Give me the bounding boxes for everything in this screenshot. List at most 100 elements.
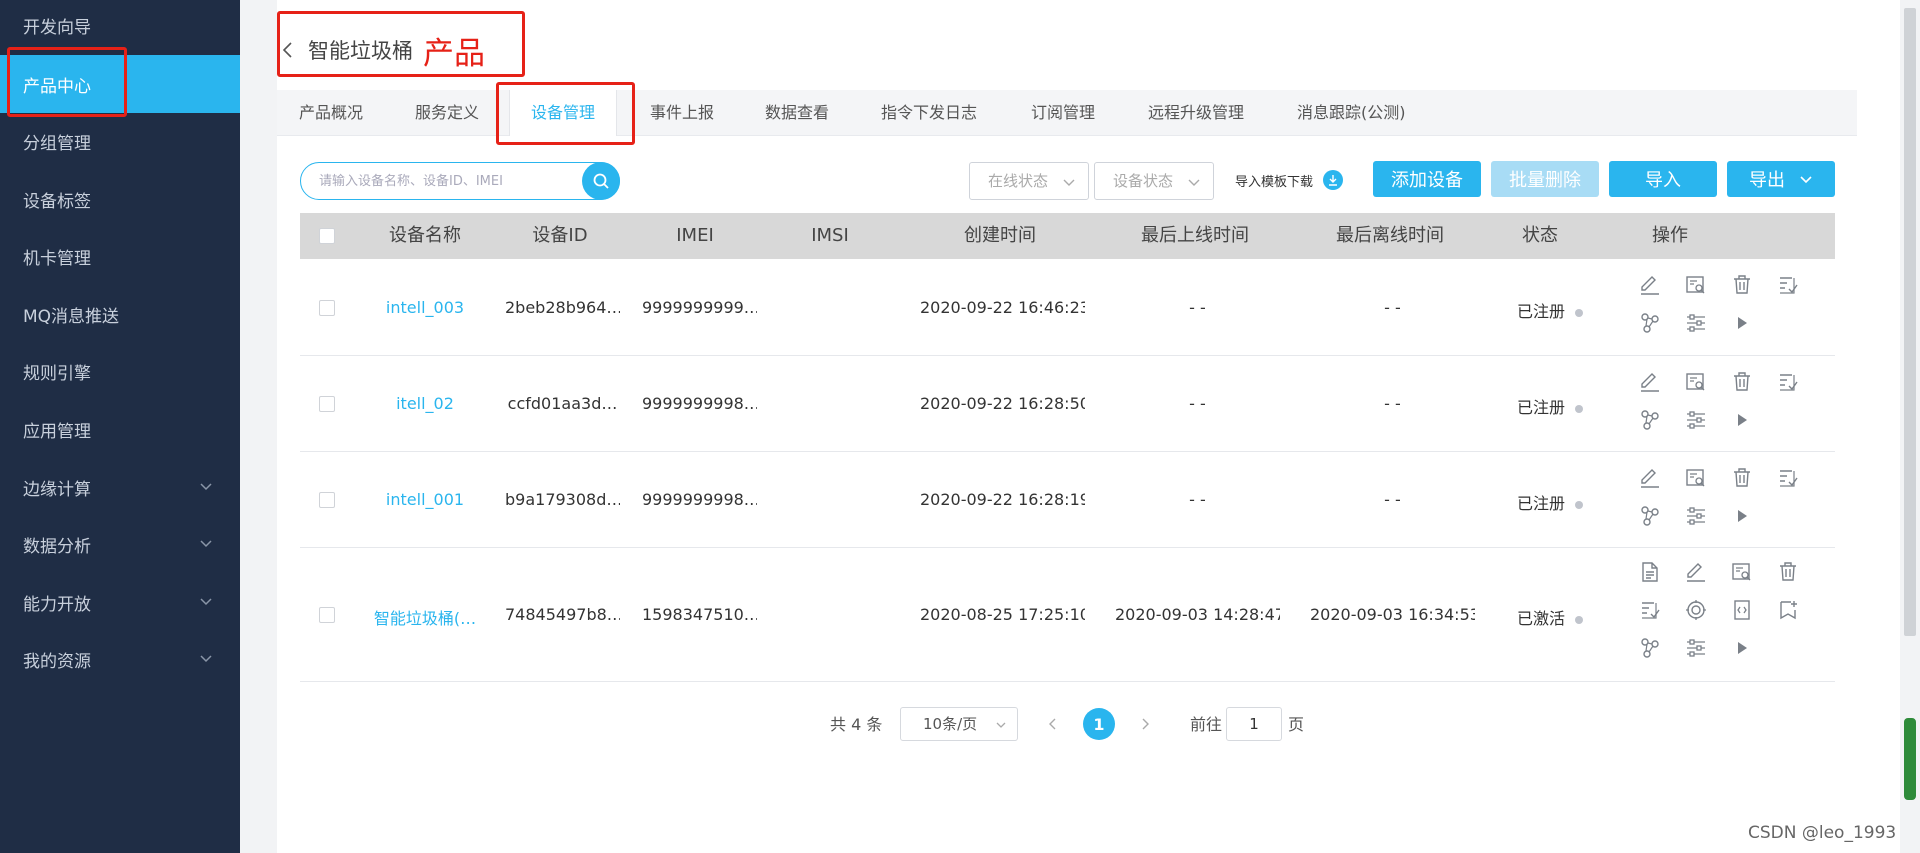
status-cell: 已注册: [1500, 490, 1600, 514]
row-action-detail[interactable]: [1682, 464, 1710, 492]
row-checkbox[interactable]: [319, 300, 335, 316]
device-name-link[interactable]: 智能垃圾桶(…: [360, 605, 490, 629]
batch-delete-button[interactable]: 批量删除: [1491, 161, 1599, 197]
page-size-label: 10条/页: [923, 715, 978, 733]
edit-icon: [1687, 563, 1705, 582]
row-action-edit[interactable]: [1636, 271, 1664, 299]
row-action-topology[interactable]: [1636, 502, 1664, 530]
sidebar-item-sim-management[interactable]: 机卡管理: [0, 227, 240, 285]
prev-page-icon[interactable]: [1046, 717, 1060, 731]
row-action-topology[interactable]: [1636, 634, 1664, 662]
row-action-settings[interactable]: [1682, 634, 1710, 662]
next-page-icon[interactable]: [1138, 717, 1152, 731]
sidebar-item-capability-open[interactable]: 能力开放: [0, 573, 240, 631]
row-action-target[interactable]: [1682, 596, 1710, 624]
template-download-link[interactable]: 导入模板下载: [1235, 170, 1344, 190]
tab-data-view[interactable]: 数据查看: [765, 90, 829, 136]
row-action-play[interactable]: [1728, 502, 1756, 530]
sidebar-item-data-analysis[interactable]: 数据分析: [0, 515, 240, 573]
scroll-indicator: [1904, 718, 1916, 800]
status-dot: [1575, 615, 1583, 624]
row-action-settings[interactable]: [1682, 406, 1710, 434]
row-action-delete[interactable]: [1728, 368, 1756, 396]
row-action-topology[interactable]: [1636, 309, 1664, 337]
page-size-select[interactable]: 10条/页: [900, 707, 1018, 741]
row-action-command[interactable]: [1774, 271, 1802, 299]
import-button[interactable]: 导入: [1609, 161, 1717, 197]
device-status-select[interactable]: 设备状态: [1094, 162, 1214, 200]
row-action-topology[interactable]: [1636, 406, 1664, 434]
row-checkbox[interactable]: [319, 492, 335, 508]
page-number-current[interactable]: 1: [1083, 708, 1115, 740]
settings-icon: [1687, 314, 1705, 332]
tab-product-overview[interactable]: 产品概况: [299, 90, 363, 136]
device-id-cell: 74845497b8…: [505, 605, 620, 624]
row-action-edit[interactable]: [1636, 464, 1664, 492]
tab-subscription[interactable]: 订阅管理: [1031, 90, 1095, 136]
status-cell: 已激活: [1500, 605, 1600, 629]
last-offline-cell: 2020-09-03 16:34:53: [1310, 605, 1475, 624]
tab-message-trace[interactable]: 消息跟踪(公测): [1297, 90, 1406, 136]
status-cell: 已注册: [1500, 394, 1600, 418]
imei-cell: 9999999999…: [642, 298, 757, 317]
sidebar-item-label: 分组管理: [23, 133, 91, 154]
device-id-cell: b9a179308d…: [505, 490, 620, 509]
row-action-command[interactable]: [1636, 596, 1664, 624]
tab-command-log[interactable]: 指令下发日志: [881, 90, 977, 136]
tab-service-definition[interactable]: 服务定义: [415, 90, 479, 136]
row-action-command[interactable]: [1774, 368, 1802, 396]
scrollbar[interactable]: [1900, 0, 1920, 853]
row-action-detail[interactable]: [1682, 368, 1710, 396]
row-action-detail[interactable]: [1728, 558, 1756, 586]
device-id-cell: 2beb28b964…: [505, 298, 620, 317]
search-input[interactable]: [319, 171, 569, 191]
row-action-delete[interactable]: [1728, 464, 1756, 492]
row-action-delete[interactable]: [1774, 558, 1802, 586]
sidebar-item-app-management[interactable]: 应用管理: [0, 400, 240, 458]
online-status-select[interactable]: 在线状态: [969, 162, 1089, 200]
row-action-code[interactable]: [1728, 596, 1756, 624]
goto-label: 前往: [1190, 715, 1223, 734]
search-button[interactable]: [582, 162, 620, 200]
imei-cell: 1598347510…: [642, 605, 757, 624]
sidebar-item-dev-guide[interactable]: 开发向导: [0, 0, 240, 50]
row-checkbox[interactable]: [319, 607, 335, 623]
tab-remote-upgrade[interactable]: 远程升级管理: [1148, 90, 1244, 136]
goto-page-input[interactable]: 1: [1226, 707, 1282, 741]
sidebar-item-rule-engine[interactable]: 规则引擎: [0, 342, 240, 400]
export-button[interactable]: 导出: [1727, 161, 1835, 197]
row-action-detail[interactable]: [1682, 271, 1710, 299]
command-icon: [1642, 602, 1660, 619]
row-action-settings[interactable]: [1682, 502, 1710, 530]
sidebar-item-my-resources[interactable]: 我的资源: [0, 630, 240, 688]
row-action-command[interactable]: [1774, 464, 1802, 492]
sidebar-item-edge-computing[interactable]: 边缘计算: [0, 458, 240, 516]
scrollbar-thumb[interactable]: [1904, 8, 1916, 636]
chevron-down-icon: [200, 655, 212, 663]
add-device-button[interactable]: 添加设备: [1373, 161, 1481, 197]
select-all-checkbox[interactable]: [319, 228, 335, 244]
sidebar-item-device-tags[interactable]: 设备标签: [0, 170, 240, 228]
device-name-link[interactable]: intell_001: [360, 490, 490, 509]
row-action-edit[interactable]: [1682, 558, 1710, 586]
tab-event-report[interactable]: 事件上报: [650, 90, 714, 136]
row-action-add[interactable]: [1774, 596, 1802, 624]
row-action-document[interactable]: [1636, 558, 1664, 586]
column-header-last-online: 最后上线时间: [1141, 225, 1249, 246]
sidebar-item-mq-push[interactable]: MQ消息推送: [0, 285, 240, 343]
device-name-link[interactable]: intell_003: [360, 298, 490, 317]
row-action-play[interactable]: [1728, 634, 1756, 662]
row-action-delete[interactable]: [1728, 271, 1756, 299]
device-name-link[interactable]: itell_02: [360, 394, 490, 413]
sidebar-item-group-management[interactable]: 分组管理: [0, 112, 240, 170]
row-checkbox[interactable]: [319, 396, 335, 412]
row-action-play[interactable]: [1728, 406, 1756, 434]
row-action-play[interactable]: [1728, 309, 1756, 337]
chevron-down-icon: [1800, 176, 1812, 184]
row-action-edit[interactable]: [1636, 368, 1664, 396]
detail-icon: [1686, 276, 1705, 294]
table-row: itell_02 ccfd01aa3d… 9999999998… 2020-09-22…: [300, 356, 1835, 452]
row-action-settings[interactable]: [1682, 309, 1710, 337]
chevron-down-icon: [1063, 179, 1075, 186]
created-time-cell: 2020-09-22 16:28:19: [920, 490, 1085, 509]
